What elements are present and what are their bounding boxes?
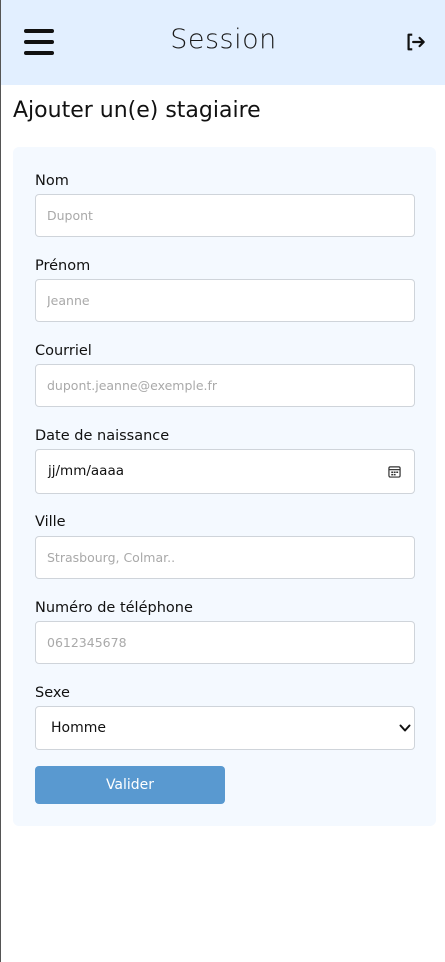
telephone-input[interactable] (35, 621, 415, 664)
date-naissance-value: jj/mm/aaaa (48, 463, 124, 479)
sexe-select[interactable]: Homme (35, 706, 415, 750)
valider-button[interactable]: Valider (35, 766, 225, 804)
nom-label: Nom (35, 173, 69, 189)
sexe-selected-value: Homme (51, 720, 106, 736)
ville-input[interactable] (35, 536, 415, 579)
top-app-bar: Session (1, 0, 445, 85)
nom-input[interactable] (35, 194, 415, 237)
sexe-label: Sexe (35, 685, 70, 701)
page-title: Ajouter un(e) stagiaire (13, 98, 261, 123)
logout-icon[interactable] (404, 31, 426, 53)
courriel-label: Courriel (35, 343, 92, 359)
date-naissance-input[interactable]: jj/mm/aaaa (35, 449, 415, 494)
prenom-input[interactable] (35, 279, 415, 322)
telephone-label: Numéro de téléphone (35, 600, 193, 616)
app-title: Session (170, 24, 277, 55)
courriel-input[interactable] (35, 364, 415, 407)
chevron-down-icon (399, 724, 411, 732)
date-naissance-label: Date de naissance (35, 428, 170, 444)
prenom-label: Prénom (35, 258, 91, 274)
ville-label: Ville (35, 514, 66, 530)
calendar-icon[interactable] (388, 465, 401, 478)
